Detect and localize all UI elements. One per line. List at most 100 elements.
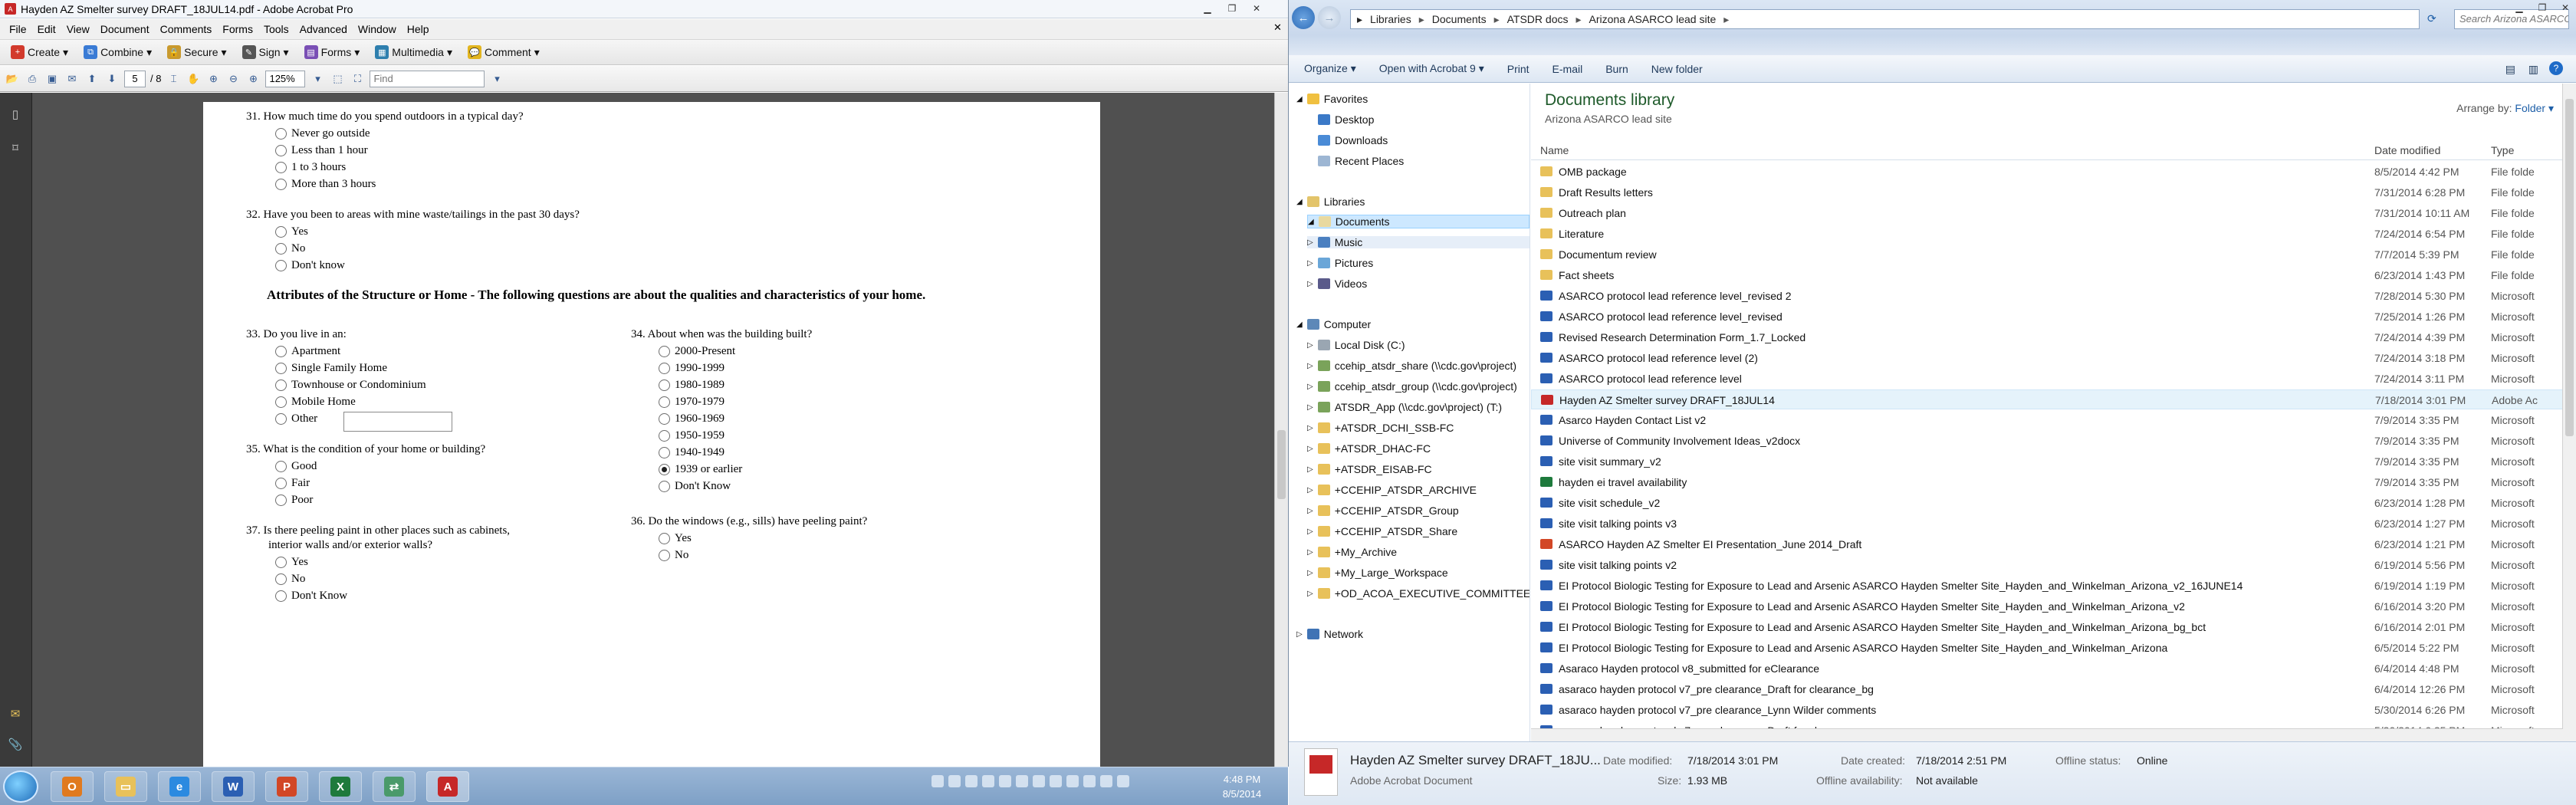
combine-button[interactable]: ⧉ Combine ▾ (77, 44, 158, 61)
page-number-input[interactable] (124, 70, 146, 87)
expand-arrow-icon[interactable]: ◢ (1296, 198, 1303, 206)
minimize-icon[interactable]: ▁ (2508, 0, 2531, 15)
nav-drive[interactable]: ▷ ATSDR_App (\\cdc.gov\project) (T:) (1307, 401, 1502, 413)
chevron-down-icon[interactable]: ▾ (310, 71, 325, 87)
nav-share[interactable]: ▷ +My_Archive (1307, 546, 1397, 558)
radio-button[interactable] (659, 413, 670, 425)
file-row[interactable]: hayden ei travel availability 7/9/2014 3:… (1531, 472, 2576, 492)
nav-drive[interactable]: ▷ ccehip_atsdr_group (\\cdc.gov\project) (1307, 380, 1517, 393)
nav-desktop[interactable]: Desktop (1318, 113, 1374, 126)
file-list-horizontal-scrollbar[interactable] (1531, 728, 2563, 741)
tray-icon[interactable] (1033, 775, 1045, 787)
radio-button[interactable] (659, 396, 670, 408)
nav-network[interactable]: ▷ Network (1296, 628, 1363, 640)
taskbar-word[interactable]: W (212, 771, 255, 802)
minimize-icon[interactable]: ▁ (1196, 2, 1219, 15)
menu-comments[interactable]: Comments (156, 23, 219, 35)
nav-documents[interactable]: ◢ Documents (1307, 215, 1530, 228)
file-row[interactable]: EI Protocol Biologic Testing for Exposur… (1531, 576, 2576, 596)
q31-option[interactable]: More than 3 hours (275, 178, 376, 191)
radio-button[interactable] (659, 481, 670, 492)
file-row[interactable]: site visit schedule_v2 6/23/2014 1:28 PM M… (1531, 493, 2576, 513)
open-with-acrobat-button[interactable]: Open with Acrobat 9 ▾ (1379, 62, 1484, 75)
breadcrumb-libraries[interactable]: Libraries (1370, 13, 1411, 25)
radio-button[interactable] (275, 380, 287, 391)
nav-share[interactable]: ▷ +CCEHIP_ATSDR_Share (1307, 525, 1457, 537)
column-name[interactable]: Name (1540, 144, 1569, 156)
file-row[interactable]: Asaraco Hayden protocol v8_submitted for… (1531, 659, 2576, 678)
file-row[interactable]: ASARCO protocol lead reference level_rev… (1531, 307, 2576, 327)
other-text-field[interactable] (343, 412, 452, 432)
q32-option[interactable]: Yes (275, 225, 308, 238)
expand-arrow-icon[interactable]: ▷ (1307, 238, 1313, 247)
nav-drive[interactable]: ▷ ccehip_atsdr_share (\\cdc.gov\project) (1307, 360, 1516, 372)
fit-page-icon[interactable]: ⬚ (330, 71, 345, 87)
hand-tool-icon[interactable]: ✋ (186, 71, 201, 87)
q32-option[interactable]: Don't know (275, 259, 345, 272)
help-icon[interactable]: ? (2549, 61, 2563, 75)
burn-button[interactable]: Burn (1605, 63, 1628, 75)
file-row[interactable]: Fact sheets 6/23/2014 1:43 PM File folde (1531, 265, 2576, 285)
nav-share[interactable]: ▷ +ATSDR_EISAB-FC (1307, 463, 1432, 475)
email-button[interactable]: E-mail (1552, 63, 1583, 75)
breadcrumb-atsdr-docs[interactable]: ATSDR docs (1507, 13, 1569, 25)
radio-button[interactable] (275, 461, 287, 472)
tray-icon[interactable] (1016, 775, 1028, 787)
find-input[interactable] (370, 70, 485, 87)
radio-button[interactable] (275, 243, 287, 255)
radio-button[interactable] (275, 128, 287, 140)
q35-option[interactable]: Good (275, 460, 317, 473)
file-row[interactable]: ASARCO Hayden AZ Smelter EI Presentation… (1531, 534, 2576, 554)
radio-button[interactable] (275, 162, 287, 173)
radio-button[interactable] (275, 573, 287, 585)
expand-arrow-icon[interactable]: ◢ (1296, 320, 1303, 329)
secure-button[interactable]: 🔒 Secure ▾ (161, 44, 232, 61)
column-type[interactable]: Type (2491, 144, 2514, 156)
q31-option[interactable]: Never go outside (275, 127, 370, 140)
breadcrumb-documents[interactable]: Documents (1432, 13, 1487, 25)
nav-share[interactable]: ▷ +ATSDR_DHAC-FC (1307, 442, 1431, 455)
print-icon[interactable]: ⎙ (25, 71, 40, 87)
clock[interactable]: 4:48 PM 8/5/2014 (1204, 772, 1280, 801)
previous-page-icon[interactable]: ⬆ (84, 71, 100, 87)
arrange-value[interactable]: Folder ▾ (2515, 102, 2554, 114)
file-row[interactable]: site visit summary_v2 7/9/2014 3:35 PM Mic… (1531, 452, 2576, 472)
tray-icon[interactable] (1050, 775, 1062, 787)
expand-arrow-icon[interactable]: ▷ (1307, 362, 1313, 370)
file-row[interactable]: Documentum review 7/7/2014 5:39 PM File fo… (1531, 245, 2576, 264)
q36-option[interactable]: No (659, 549, 688, 562)
expand-arrow-icon[interactable]: ▷ (1307, 527, 1313, 536)
volume-icon[interactable] (1100, 775, 1112, 787)
scrollbar-thumb[interactable] (1277, 430, 1286, 499)
q34-option[interactable]: 1940-1949 (659, 446, 724, 459)
zoom-input[interactable] (265, 70, 306, 87)
email-icon[interactable]: ✉ (64, 71, 80, 87)
nav-drive[interactable]: ▷ Local Disk (C:) (1307, 339, 1405, 351)
taskbar-internet-explorer[interactable]: e (158, 771, 201, 802)
taskbar-powerpoint[interactable]: P (265, 771, 308, 802)
q34-option[interactable]: 1960-1969 (659, 412, 724, 426)
back-arrow-icon[interactable]: ← (1292, 6, 1315, 29)
marquee-zoom-icon[interactable]: ⊕ (205, 71, 221, 87)
radio-button[interactable] (275, 557, 287, 568)
q37-option[interactable]: Yes (275, 556, 308, 569)
expand-arrow-icon[interactable]: ▷ (1307, 259, 1313, 268)
close-icon[interactable]: ✕ (1245, 2, 1268, 15)
nav-share[interactable]: ▷ +OD_ACOA_EXECUTIVE_COMMITTEE- (1307, 587, 1530, 600)
radio-button[interactable] (275, 495, 287, 506)
radio-button[interactable] (275, 179, 287, 190)
file-row[interactable]: EI Protocol Biologic Testing for Exposur… (1531, 638, 2576, 658)
radio-button[interactable] (659, 430, 670, 442)
file-row[interactable]: asaraco hayden protocol v7_pre clearance… (1531, 700, 2576, 720)
select-cursor-icon[interactable]: ⌶ (166, 71, 181, 87)
tray-icon[interactable] (982, 775, 994, 787)
expand-arrow-icon[interactable]: ▷ (1307, 445, 1313, 453)
close-document-icon[interactable]: ✕ (1269, 21, 1288, 34)
expand-arrow-icon[interactable]: ▷ (1307, 424, 1313, 432)
nav-computer[interactable]: ◢ Computer (1296, 318, 1371, 330)
q33-option[interactable]: Single Family Home (275, 362, 387, 375)
tray-icon[interactable] (999, 775, 1011, 787)
expand-arrow-icon[interactable]: ▷ (1307, 486, 1313, 495)
file-row[interactable]: ASARCO protocol lead reference level 7/24… (1531, 369, 2576, 389)
file-row[interactable]: site visit talking points v2 6/19/2014 5:… (1531, 555, 2576, 575)
